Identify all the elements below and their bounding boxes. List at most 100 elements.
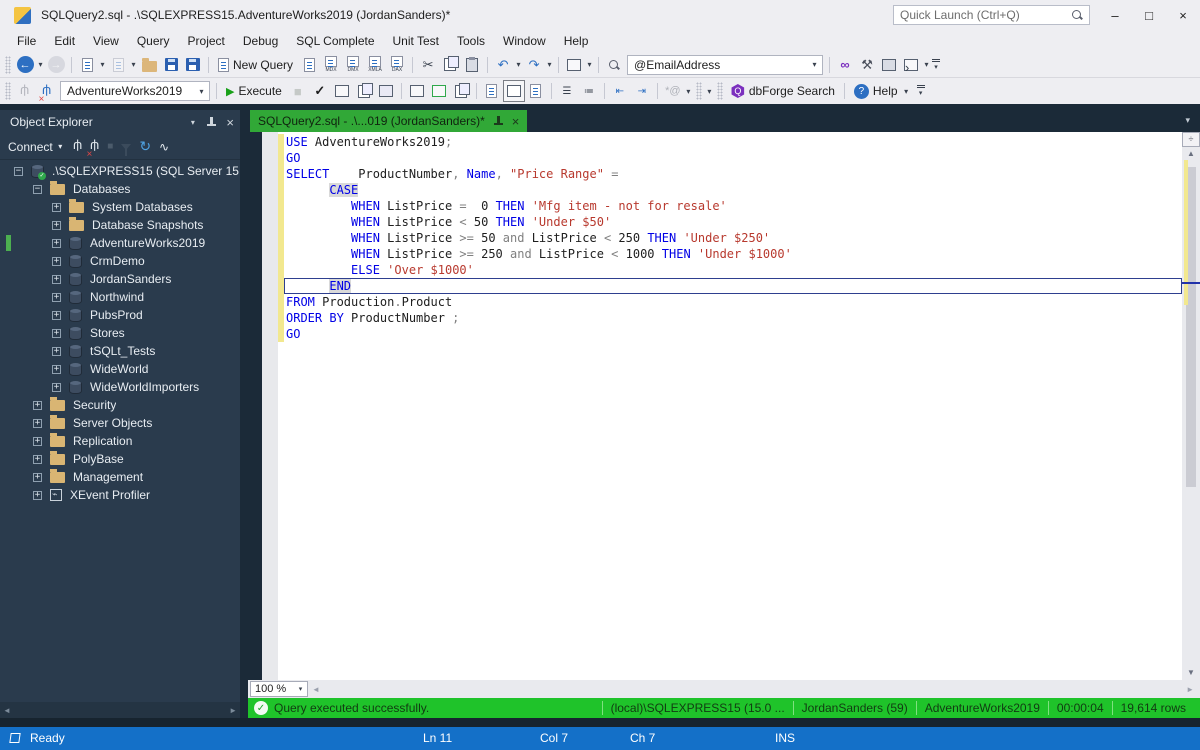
- ide-button[interactable]: ∞: [834, 54, 856, 76]
- copy-button[interactable]: [439, 54, 461, 76]
- tree-item-wideworldimporters[interactable]: +WideWorldImporters: [0, 378, 240, 396]
- collapse-icon[interactable]: −: [14, 167, 23, 176]
- expand-icon[interactable]: +: [52, 257, 61, 266]
- decrease-indent-button[interactable]: ⇤: [609, 80, 631, 102]
- database-combo[interactable]: AdventureWorks2019 ▾: [60, 81, 210, 101]
- tree-item-pubsprod[interactable]: +PubsProd: [0, 306, 240, 324]
- paste-button[interactable]: [461, 54, 483, 76]
- code-area[interactable]: USE AdventureWorks2019;GOSELECT ProductN…: [284, 132, 1182, 680]
- tree-item-polybase[interactable]: +PolyBase: [0, 450, 240, 468]
- expand-icon[interactable]: +: [33, 491, 42, 500]
- sql-complete-dropdown[interactable]: ▾: [585, 60, 594, 69]
- window-position-dropdown[interactable]: ▾: [188, 118, 197, 127]
- tree-item-database-snapshots[interactable]: +Database Snapshots: [0, 216, 240, 234]
- disconnect-button[interactable]: ψ: [90, 139, 99, 154]
- scroll-right-icon[interactable]: ►: [229, 706, 237, 715]
- filter-icon[interactable]: [121, 144, 131, 150]
- tree-item-adventureworks2019[interactable]: +AdventureWorks2019: [0, 234, 240, 252]
- expand-icon[interactable]: +: [52, 329, 61, 338]
- save-all-button[interactable]: [182, 54, 204, 76]
- menu-tools[interactable]: Tools: [448, 30, 494, 52]
- tab-close-icon[interactable]: ×: [512, 114, 520, 129]
- tree-item-tsqlt-tests[interactable]: +tSQLt_Tests: [0, 342, 240, 360]
- menu-edit[interactable]: Edit: [45, 30, 84, 52]
- cut-button[interactable]: ✂: [417, 54, 439, 76]
- tree-item-system-databases[interactable]: +System Databases: [0, 198, 240, 216]
- expand-icon[interactable]: +: [33, 473, 42, 482]
- client-statistics-button[interactable]: [450, 80, 472, 102]
- navigate-back-button[interactable]: ←: [14, 54, 36, 76]
- menu-window[interactable]: Window: [494, 30, 555, 52]
- tree-item-northwind[interactable]: +Northwind: [0, 288, 240, 306]
- find-combo-dropdown[interactable]: ▾: [810, 60, 819, 69]
- results-to-text-button[interactable]: [481, 80, 503, 102]
- menu-unit-test[interactable]: Unit Test: [384, 30, 448, 52]
- expand-icon[interactable]: +: [33, 401, 42, 410]
- tree-item-sqlexpress15-sql-server-15-0-20[interactable]: −.\SQLEXPRESS15 (SQL Server 15.0.20: [0, 162, 240, 180]
- object-explorer-header[interactable]: Object Explorer ▾ ×: [0, 110, 240, 134]
- undo-dropdown[interactable]: ▾: [514, 60, 523, 69]
- expand-icon[interactable]: +: [33, 437, 42, 446]
- undo-button[interactable]: ↶: [492, 54, 514, 76]
- add-item-button[interactable]: [107, 54, 129, 76]
- close-button[interactable]: ×: [1166, 0, 1200, 30]
- tree-item-jordansanders[interactable]: +JordanSanders: [0, 270, 240, 288]
- char-indicator[interactable]: Ch 7: [630, 731, 655, 745]
- toolbar-grip[interactable]: [5, 56, 11, 74]
- hscroll-left-icon[interactable]: ◄: [308, 685, 324, 694]
- command-window-button[interactable]: ›: [900, 54, 922, 76]
- hscroll-right-icon[interactable]: ►: [1182, 685, 1198, 694]
- expand-icon[interactable]: +: [33, 455, 42, 464]
- new-dax-query-button[interactable]: DAX: [386, 56, 408, 74]
- find-in-files-button[interactable]: [603, 54, 625, 76]
- expand-icon[interactable]: +: [52, 203, 61, 212]
- splitter-handle[interactable]: ÷: [1182, 132, 1200, 147]
- database-combo-dropdown[interactable]: ▾: [197, 87, 206, 96]
- indicator-margin[interactable]: [262, 132, 278, 680]
- menu-file[interactable]: File: [8, 30, 45, 52]
- new-xmla-query-button[interactable]: XMLA: [364, 56, 386, 74]
- activity-monitor-button[interactable]: ∿: [159, 140, 169, 154]
- navigate-forward-button[interactable]: →: [45, 54, 67, 76]
- menu-query[interactable]: Query: [128, 30, 179, 52]
- connect-dropdown-button[interactable]: Connect ▾: [8, 140, 65, 154]
- tree-item-stores[interactable]: +Stores: [0, 324, 240, 342]
- maximize-button[interactable]: □: [1132, 0, 1166, 30]
- expand-icon[interactable]: +: [52, 383, 61, 392]
- menu-view[interactable]: View: [84, 30, 128, 52]
- change-connection-button[interactable]: ψ: [36, 80, 58, 102]
- toolbar-grip[interactable]: [717, 82, 723, 100]
- results-to-grid-button[interactable]: [503, 80, 525, 102]
- tree-item-wideworld[interactable]: +WideWorld: [0, 360, 240, 378]
- parse-button[interactable]: ✓: [309, 80, 331, 102]
- open-file-button[interactable]: [138, 54, 160, 76]
- menu-debug[interactable]: Debug: [234, 30, 287, 52]
- increase-indent-button[interactable]: ⇥: [631, 80, 653, 102]
- command-window-dropdown[interactable]: ▾: [922, 60, 931, 69]
- scroll-left-icon[interactable]: ◄: [3, 706, 11, 715]
- stop-button[interactable]: ■: [107, 141, 113, 152]
- toolbox-icon[interactable]: [878, 54, 900, 76]
- connect-button[interactable]: ψ: [14, 80, 36, 102]
- editor-vscrollbar[interactable]: ÷ ▲ ▼: [1182, 132, 1200, 680]
- column-indicator[interactable]: Col 7: [540, 731, 568, 745]
- execute-button[interactable]: ▶ Execute: [221, 80, 287, 102]
- minimize-button[interactable]: –: [1098, 0, 1132, 30]
- expand-icon[interactable]: +: [52, 221, 61, 230]
- include-actual-plan-button[interactable]: [406, 80, 428, 102]
- scroll-up-icon[interactable]: ▲: [1182, 147, 1200, 161]
- panel-close-icon[interactable]: ×: [226, 115, 234, 130]
- tree-item-replication[interactable]: +Replication: [0, 432, 240, 450]
- add-item-dropdown[interactable]: ▾: [129, 60, 138, 69]
- expand-icon[interactable]: +: [52, 347, 61, 356]
- help-button[interactable]: ? Help ▾: [849, 80, 916, 102]
- wrench-icon[interactable]: ⚒: [856, 54, 878, 76]
- toolbar-options-dropdown[interactable]: ▾: [705, 87, 714, 96]
- insert-mode-indicator[interactable]: INS: [775, 731, 795, 745]
- redo-dropdown[interactable]: ▾: [545, 60, 554, 69]
- specify-values-dropdown[interactable]: ▾: [684, 87, 693, 96]
- line-indicator[interactable]: Ln 11: [423, 731, 452, 745]
- dbforge-search-button[interactable]: Q dbForge Search: [726, 80, 840, 102]
- tab-sqlquery2[interactable]: SQLQuery2.sql - .\...019 (JordanSanders)…: [250, 110, 527, 132]
- object-explorer-hscrollbar[interactable]: ◄ ►: [0, 702, 240, 718]
